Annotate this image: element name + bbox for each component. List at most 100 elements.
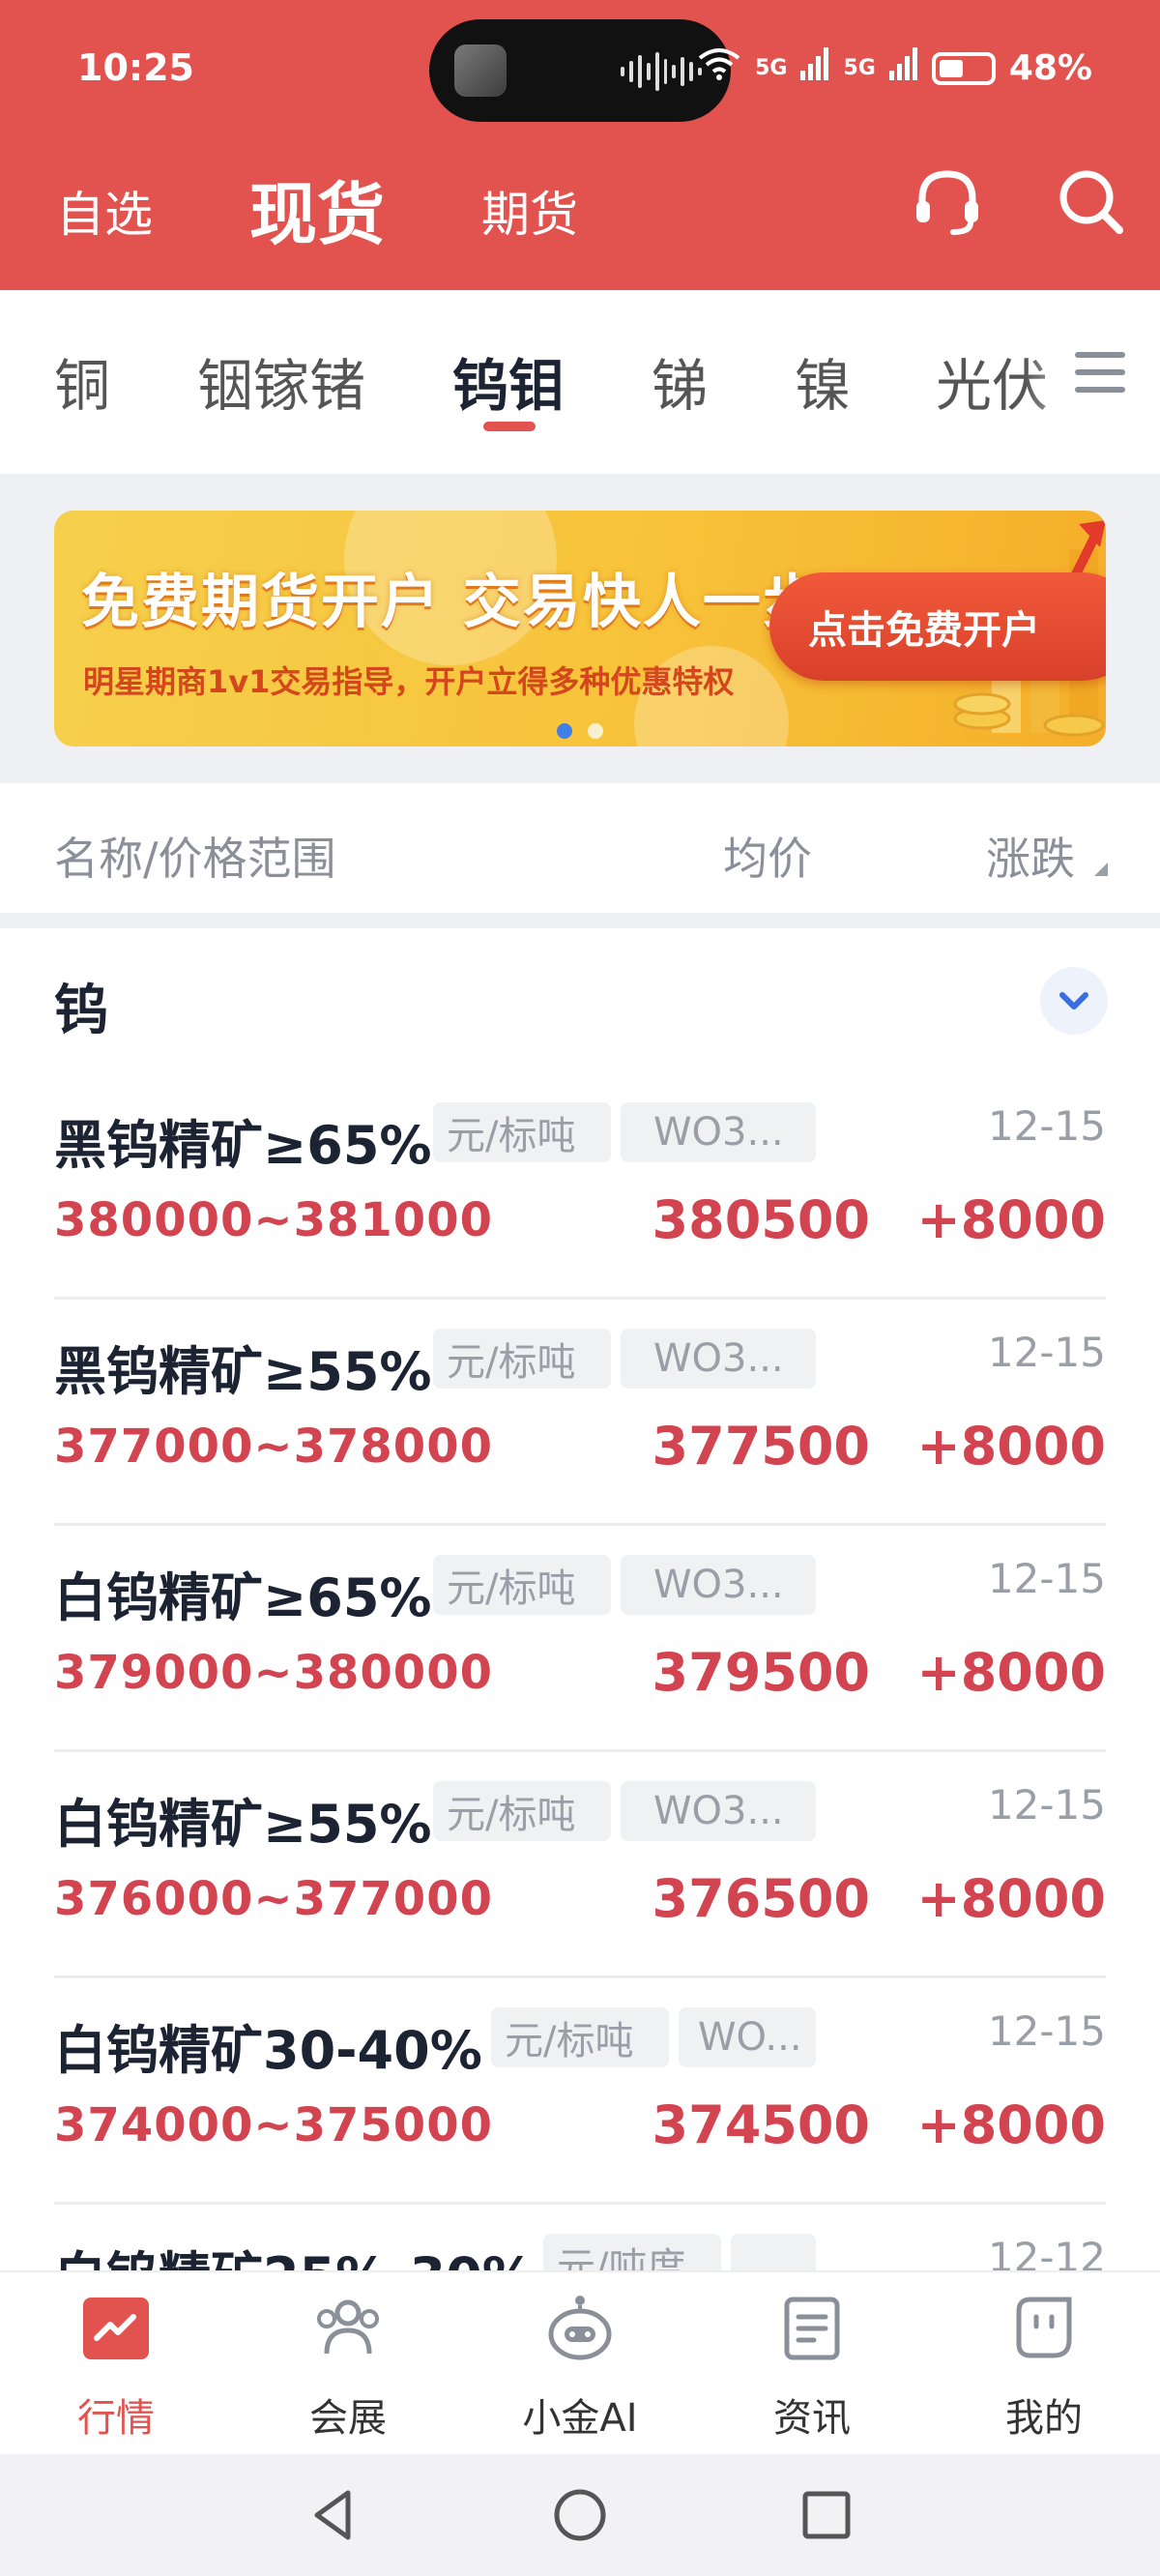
tab-futures[interactable]: 期货	[481, 176, 578, 246]
promo-banner[interactable]: 免费期货开户 交易快人一步 明星期商1v1交易指导，开户立得多种优惠特权 点击免…	[54, 511, 1106, 746]
open-account-label: 点击免费开户	[808, 608, 1040, 653]
price-date: 12-15	[987, 2007, 1106, 2055]
tab-watchlist[interactable]: 自选	[56, 176, 153, 246]
price-change: +8000	[916, 2094, 1106, 2155]
banner-subtitle: 明星期商1v1交易指导，开户立得多种优惠特权	[83, 663, 735, 700]
category-tungsten-molybdenum[interactable]: 钨钼	[452, 340, 565, 422]
table-row[interactable]: 白钨精矿30-40% 元/标吨 WO... 12-15 374000~37500…	[54, 1978, 1106, 2205]
nav-exhibition[interactable]: 会展	[232, 2272, 464, 2456]
unit-tag: 元/标吨	[433, 1102, 611, 1162]
open-account-button[interactable]: 点击免费开户	[769, 572, 1106, 681]
average-price: 374500	[652, 2094, 870, 2155]
average-price: 380500	[652, 1189, 870, 1250]
system-navigation-bar	[0, 2454, 1160, 2576]
recents-icon[interactable]	[793, 2481, 860, 2549]
product-name: 黑钨精矿≥65%	[54, 1115, 432, 1176]
table-row[interactable]: 白钨精矿≥65% 元/标吨 WO3... 12-15 379000~380000…	[54, 1526, 1106, 1752]
profile-chat-icon	[1016, 2297, 1072, 2358]
unit-tag: 元/标吨	[433, 1329, 611, 1389]
category-indium-gallium-germanium[interactable]: 铟镓锗	[197, 340, 365, 422]
carousel-dot-active[interactable]	[557, 723, 572, 739]
price-date: 12-15	[987, 1102, 1106, 1150]
unit-tag: 元/标吨	[433, 1555, 611, 1615]
status-indicators: 5G 5G 48%	[697, 46, 1092, 90]
search-icon[interactable]	[1052, 162, 1129, 240]
price-change: +8000	[916, 1642, 1106, 1703]
tab-spot[interactable]: 现货	[249, 161, 385, 258]
chevron-down-icon	[1059, 992, 1088, 1010]
section-title-tungsten: 钨	[54, 980, 108, 1042]
price-date: 12-15	[987, 1781, 1106, 1829]
carousel-dot[interactable]	[588, 723, 603, 739]
market-chart-icon	[83, 2298, 149, 2359]
category-nickel[interactable]: 镍	[795, 340, 851, 422]
code-tag: WO3...	[621, 1329, 816, 1389]
product-name: 白钨精矿30-40%	[54, 2020, 482, 2081]
product-name: 黑钨精矿≥55%	[54, 1341, 432, 1402]
dynamic-island[interactable]	[429, 19, 731, 122]
product-name: 白钨精矿≥55%	[54, 1794, 432, 1855]
category-tabs: 铜 铟镓锗 钨钼 锑 镍 光伏	[0, 290, 1160, 474]
nav-exhibition-label: 会展	[309, 2396, 387, 2441]
unit-tag: 元/标吨	[491, 2007, 669, 2067]
headset-icon[interactable]	[909, 164, 986, 242]
nav-news-label: 资讯	[773, 2396, 851, 2441]
code-tag: WO3...	[621, 1555, 816, 1615]
unit-tag: 元/标吨	[433, 1781, 611, 1841]
market-type-tabs: 自选 现货 期货	[0, 155, 1160, 261]
bottom-navigation: 行情 会展 小金AI 资讯 我的	[0, 2270, 1160, 2454]
nav-profile-label: 我的	[1005, 2396, 1083, 2441]
battery-icon	[931, 51, 996, 85]
wifi-icon	[697, 46, 741, 90]
status-bar: 10:25 5G 5G 48%	[0, 0, 1160, 145]
code-tag: WO3...	[621, 1781, 816, 1841]
divider	[0, 913, 1160, 928]
average-price: 376500	[652, 1868, 870, 1929]
nav-market[interactable]: 行情	[0, 2272, 232, 2456]
price-change: +8000	[916, 1868, 1106, 1929]
nav-news[interactable]: 资讯	[696, 2272, 928, 2456]
price-range: 380000~381000	[54, 1193, 493, 1247]
nav-ai[interactable]: 小金AI	[464, 2272, 696, 2456]
nav-profile[interactable]: 我的	[928, 2272, 1160, 2456]
price-change: +8000	[916, 1416, 1106, 1477]
header-average: 均价	[723, 833, 812, 885]
home-icon[interactable]	[546, 2481, 614, 2549]
robot-icon	[548, 2296, 612, 2360]
average-price: 379500	[652, 1642, 870, 1703]
category-copper[interactable]: 铜	[54, 340, 110, 422]
news-document-icon	[784, 2297, 840, 2360]
banner-area: 免费期货开户 交易快人一步 明星期商1v1交易指导，开户立得多种优惠特权 点击免…	[0, 474, 1160, 783]
header-name-range: 名称/价格范围	[54, 833, 336, 885]
carousel-dots	[557, 723, 603, 739]
back-icon[interactable]	[300, 2481, 367, 2549]
menu-icon[interactable]	[1073, 348, 1127, 396]
battery-percent: 48%	[1008, 48, 1092, 88]
people-icon	[317, 2299, 379, 2355]
signal-label-2: 5G	[843, 56, 876, 80]
header-change-sort[interactable]: 涨跌	[986, 824, 1075, 888]
table-row[interactable]: 白钨精矿≥55% 元/标吨 WO3... 12-15 376000~377000…	[54, 1752, 1106, 1978]
media-thumbnail	[454, 44, 507, 97]
collapse-section-button[interactable]	[1040, 967, 1108, 1035]
price-date: 12-15	[987, 1329, 1106, 1376]
product-name: 白钨精矿≥65%	[54, 1567, 432, 1628]
signal-bars-icon	[800, 47, 829, 89]
price-range: 377000~378000	[54, 1420, 493, 1474]
price-range: 379000~380000	[54, 1646, 493, 1700]
code-tag: WO...	[679, 2007, 816, 2067]
table-row[interactable]: 黑钨精矿≥65% 元/标吨 WO3... 12-15 380000~381000…	[54, 1073, 1106, 1300]
nav-market-label: 行情	[77, 2396, 155, 2441]
signal-bars-icon	[888, 47, 918, 89]
app-header: 10:25 5G 5G 48% 自选 现货 期货	[0, 0, 1160, 290]
sort-triangle-icon	[1094, 863, 1108, 876]
banner-title: 免费期货开户 交易快人一步	[81, 569, 823, 636]
category-antimony[interactable]: 锑	[652, 340, 708, 422]
price-date: 12-15	[987, 1555, 1106, 1602]
table-row[interactable]: 黑钨精矿≥55% 元/标吨 WO3... 12-15 377000~378000…	[54, 1300, 1106, 1526]
average-price: 377500	[652, 1416, 870, 1477]
signal-label-1: 5G	[755, 56, 788, 80]
nav-ai-label: 小金AI	[522, 2396, 638, 2441]
active-tab-indicator	[483, 422, 536, 431]
price-change: +8000	[916, 1189, 1106, 1250]
